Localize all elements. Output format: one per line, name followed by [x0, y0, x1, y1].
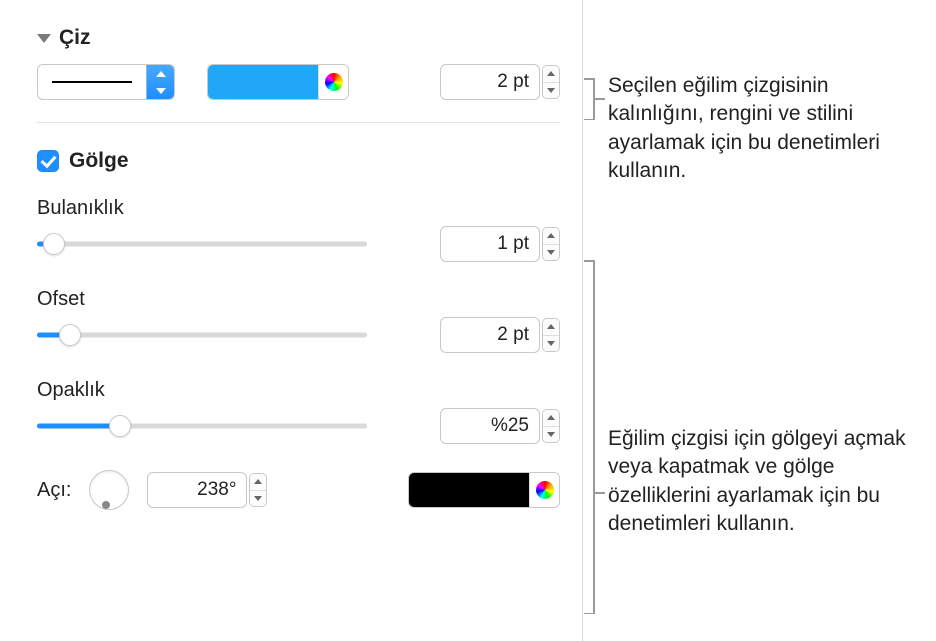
divider: [37, 122, 560, 123]
opaklik-stepper[interactable]: [542, 409, 560, 443]
thickness-field[interactable]: 2 pt: [440, 64, 540, 100]
stepper-down-icon[interactable]: [543, 83, 559, 99]
ciz-controls-row: 2 pt: [37, 64, 560, 100]
opaklik-label: Opaklık: [37, 379, 560, 402]
stepper-up-icon[interactable]: [543, 319, 559, 336]
angle-indicator-icon: [102, 501, 110, 509]
bulaniklik-slider[interactable]: [37, 232, 367, 256]
stepper-down-icon[interactable]: [250, 491, 266, 507]
stepper-down-icon[interactable]: [543, 245, 559, 261]
thickness-field-wrap: 2 pt: [440, 64, 560, 100]
chevron-down-icon[interactable]: [147, 82, 174, 99]
stepper-up-icon[interactable]: [250, 474, 266, 491]
aci-label: Açı:: [37, 479, 71, 502]
checkmark-icon: [44, 156, 53, 167]
ciz-section-header[interactable]: Çiz: [37, 26, 560, 50]
thickness-stepper[interactable]: [542, 65, 560, 99]
golge-checkbox[interactable]: [37, 150, 59, 172]
color-picker-button[interactable]: [318, 65, 348, 99]
ofset-slider[interactable]: [37, 323, 367, 347]
shadow-color-select[interactable]: [408, 472, 560, 508]
shadow-color-picker-button[interactable]: [529, 473, 559, 507]
stepper-down-icon[interactable]: [543, 336, 559, 352]
shadow-color-swatch[interactable]: [409, 473, 529, 507]
aci-field[interactable]: 238°: [147, 472, 247, 508]
bulaniklik-stepper[interactable]: [542, 227, 560, 261]
annotation-2: Eğilim çizgisi için gölgeyi açmak veya k…: [608, 425, 918, 538]
stepper-up-icon[interactable]: [543, 66, 559, 83]
stepper-up-icon[interactable]: [543, 410, 559, 427]
golge-checkbox-row: Gölge: [37, 149, 560, 173]
aci-dial[interactable]: [89, 470, 129, 510]
opaklik-field[interactable]: %25: [440, 408, 540, 444]
line-sample-icon: [52, 81, 132, 83]
aci-row: Açı: 238°: [37, 470, 560, 510]
color-wheel-icon: [536, 481, 554, 499]
stroke-color-swatch[interactable]: [208, 65, 318, 99]
inspector-panel: Çiz 2 pt Gölge Bu: [5, 0, 583, 641]
ofset-group: Ofset 2 pt: [37, 288, 560, 353]
aci-stepper[interactable]: [249, 473, 267, 507]
ciz-title: Çiz: [59, 26, 91, 50]
callout-bracket-1: [584, 78, 602, 120]
line-style-stepper[interactable]: [146, 65, 174, 99]
bulaniklik-group: Bulanıklık 1 pt: [37, 197, 560, 262]
stepper-down-icon[interactable]: [543, 427, 559, 443]
stepper-up-icon[interactable]: [543, 228, 559, 245]
bulaniklik-field[interactable]: 1 pt: [440, 226, 540, 262]
bulaniklik-label: Bulanıklık: [37, 197, 560, 220]
callout-bracket-2: [584, 260, 602, 614]
chevron-up-icon[interactable]: [147, 65, 174, 82]
opaklik-group: Opaklık %25: [37, 379, 560, 444]
line-style-select[interactable]: [37, 64, 175, 100]
annotation-1: Seçilen eğilim çizgisinin kalınlığını, r…: [608, 72, 918, 185]
disclosure-triangle-icon[interactable]: [37, 34, 51, 43]
ofset-stepper[interactable]: [542, 318, 560, 352]
ofset-field[interactable]: 2 pt: [440, 317, 540, 353]
golge-label: Gölge: [69, 149, 129, 173]
ofset-label: Ofset: [37, 288, 560, 311]
stroke-color-select[interactable]: [207, 64, 349, 100]
opaklik-slider[interactable]: [37, 414, 367, 438]
color-wheel-icon: [325, 73, 343, 91]
